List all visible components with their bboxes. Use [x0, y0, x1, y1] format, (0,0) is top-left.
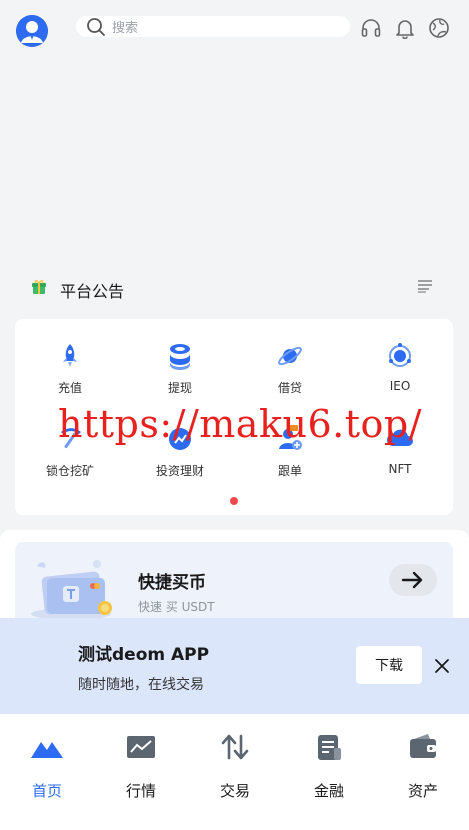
notice-title: 平台公告 [60, 282, 125, 301]
search-placeholder: 搜索 [112, 21, 139, 36]
grid-item-label: 锁仓挖矿 [45, 464, 94, 478]
tab-home[interactable]: 首页 [0, 728, 94, 800]
grid-item-ieo[interactable]: IEO [345, 341, 455, 411]
coins-icon [170, 344, 190, 370]
notice-bar[interactable]: 平台公告 [0, 270, 469, 308]
chart-icon [127, 736, 155, 758]
wallet-icon [410, 734, 436, 758]
planet-icon [278, 346, 302, 366]
grid-item-label: 提现 [167, 381, 192, 395]
swap-arrows-icon [221, 734, 249, 760]
top-bar: 搜索 [0, 0, 469, 56]
grid-item-withdraw[interactable]: 提现 [125, 341, 235, 411]
app-download-banner: 测试deom APP 随时随地，在线交易 下载 [0, 618, 469, 714]
avatar[interactable] [16, 15, 48, 47]
tab-trade[interactable]: 交易 [188, 728, 282, 800]
page-indicator-dot[interactable] [230, 497, 238, 505]
app-title: 测试deom APP [78, 645, 210, 665]
tab-market[interactable]: 行情 [94, 728, 188, 800]
search-bar[interactable]: 搜索 [76, 16, 350, 37]
tab-finance[interactable]: 金融 [282, 728, 376, 800]
globe-icon[interactable] [428, 17, 450, 39]
grid-item-label: IEO [389, 379, 411, 393]
rocket-icon [63, 344, 77, 367]
quick-buy-arrow-button[interactable] [389, 564, 437, 596]
grid-item-label: 借贷 [277, 381, 302, 395]
target-icon [389, 343, 411, 367]
tab-label: 资产 [407, 782, 438, 800]
close-icon[interactable] [434, 658, 450, 674]
tab-assets[interactable]: 资产 [376, 728, 469, 800]
headset-icon[interactable] [360, 17, 382, 39]
card-illustration-icon [31, 560, 112, 620]
grid-item-label: 充值 [57, 381, 82, 395]
grid-item-label: 投资理财 [155, 464, 204, 478]
user-icon [16, 15, 48, 47]
home-mountain-icon [31, 742, 63, 758]
grid-item-recharge[interactable]: 充值 [15, 341, 125, 411]
app-subtitle: 随时随地，在线交易 [78, 677, 204, 693]
tab-label: 金融 [313, 782, 344, 800]
tab-label: 行情 [125, 782, 156, 800]
quick-buy-title: 快捷买币 [138, 573, 206, 593]
gift-icon [32, 280, 46, 294]
grid-item-loan[interactable]: 借贷 [235, 341, 345, 411]
bottom-tab-bar: 首页 行情 交易 金融 资产 [0, 714, 469, 830]
download-button[interactable]: 下载 [356, 646, 422, 684]
banner-area [0, 56, 469, 266]
tab-label: 首页 [31, 782, 62, 800]
search-icon [87, 17, 105, 36]
bell-icon[interactable] [394, 17, 416, 39]
list-icon[interactable] [417, 279, 433, 293]
tab-label: 交易 [219, 782, 250, 800]
grid-item-label: 跟单 [277, 464, 302, 478]
grid-item-label: NFT [388, 462, 412, 476]
arrow-right-icon [401, 571, 423, 589]
document-icon [318, 735, 341, 760]
quick-buy-subtitle: 快速 买 USDT [138, 600, 215, 614]
watermark-url: https://maku6.top/ [58, 402, 422, 446]
